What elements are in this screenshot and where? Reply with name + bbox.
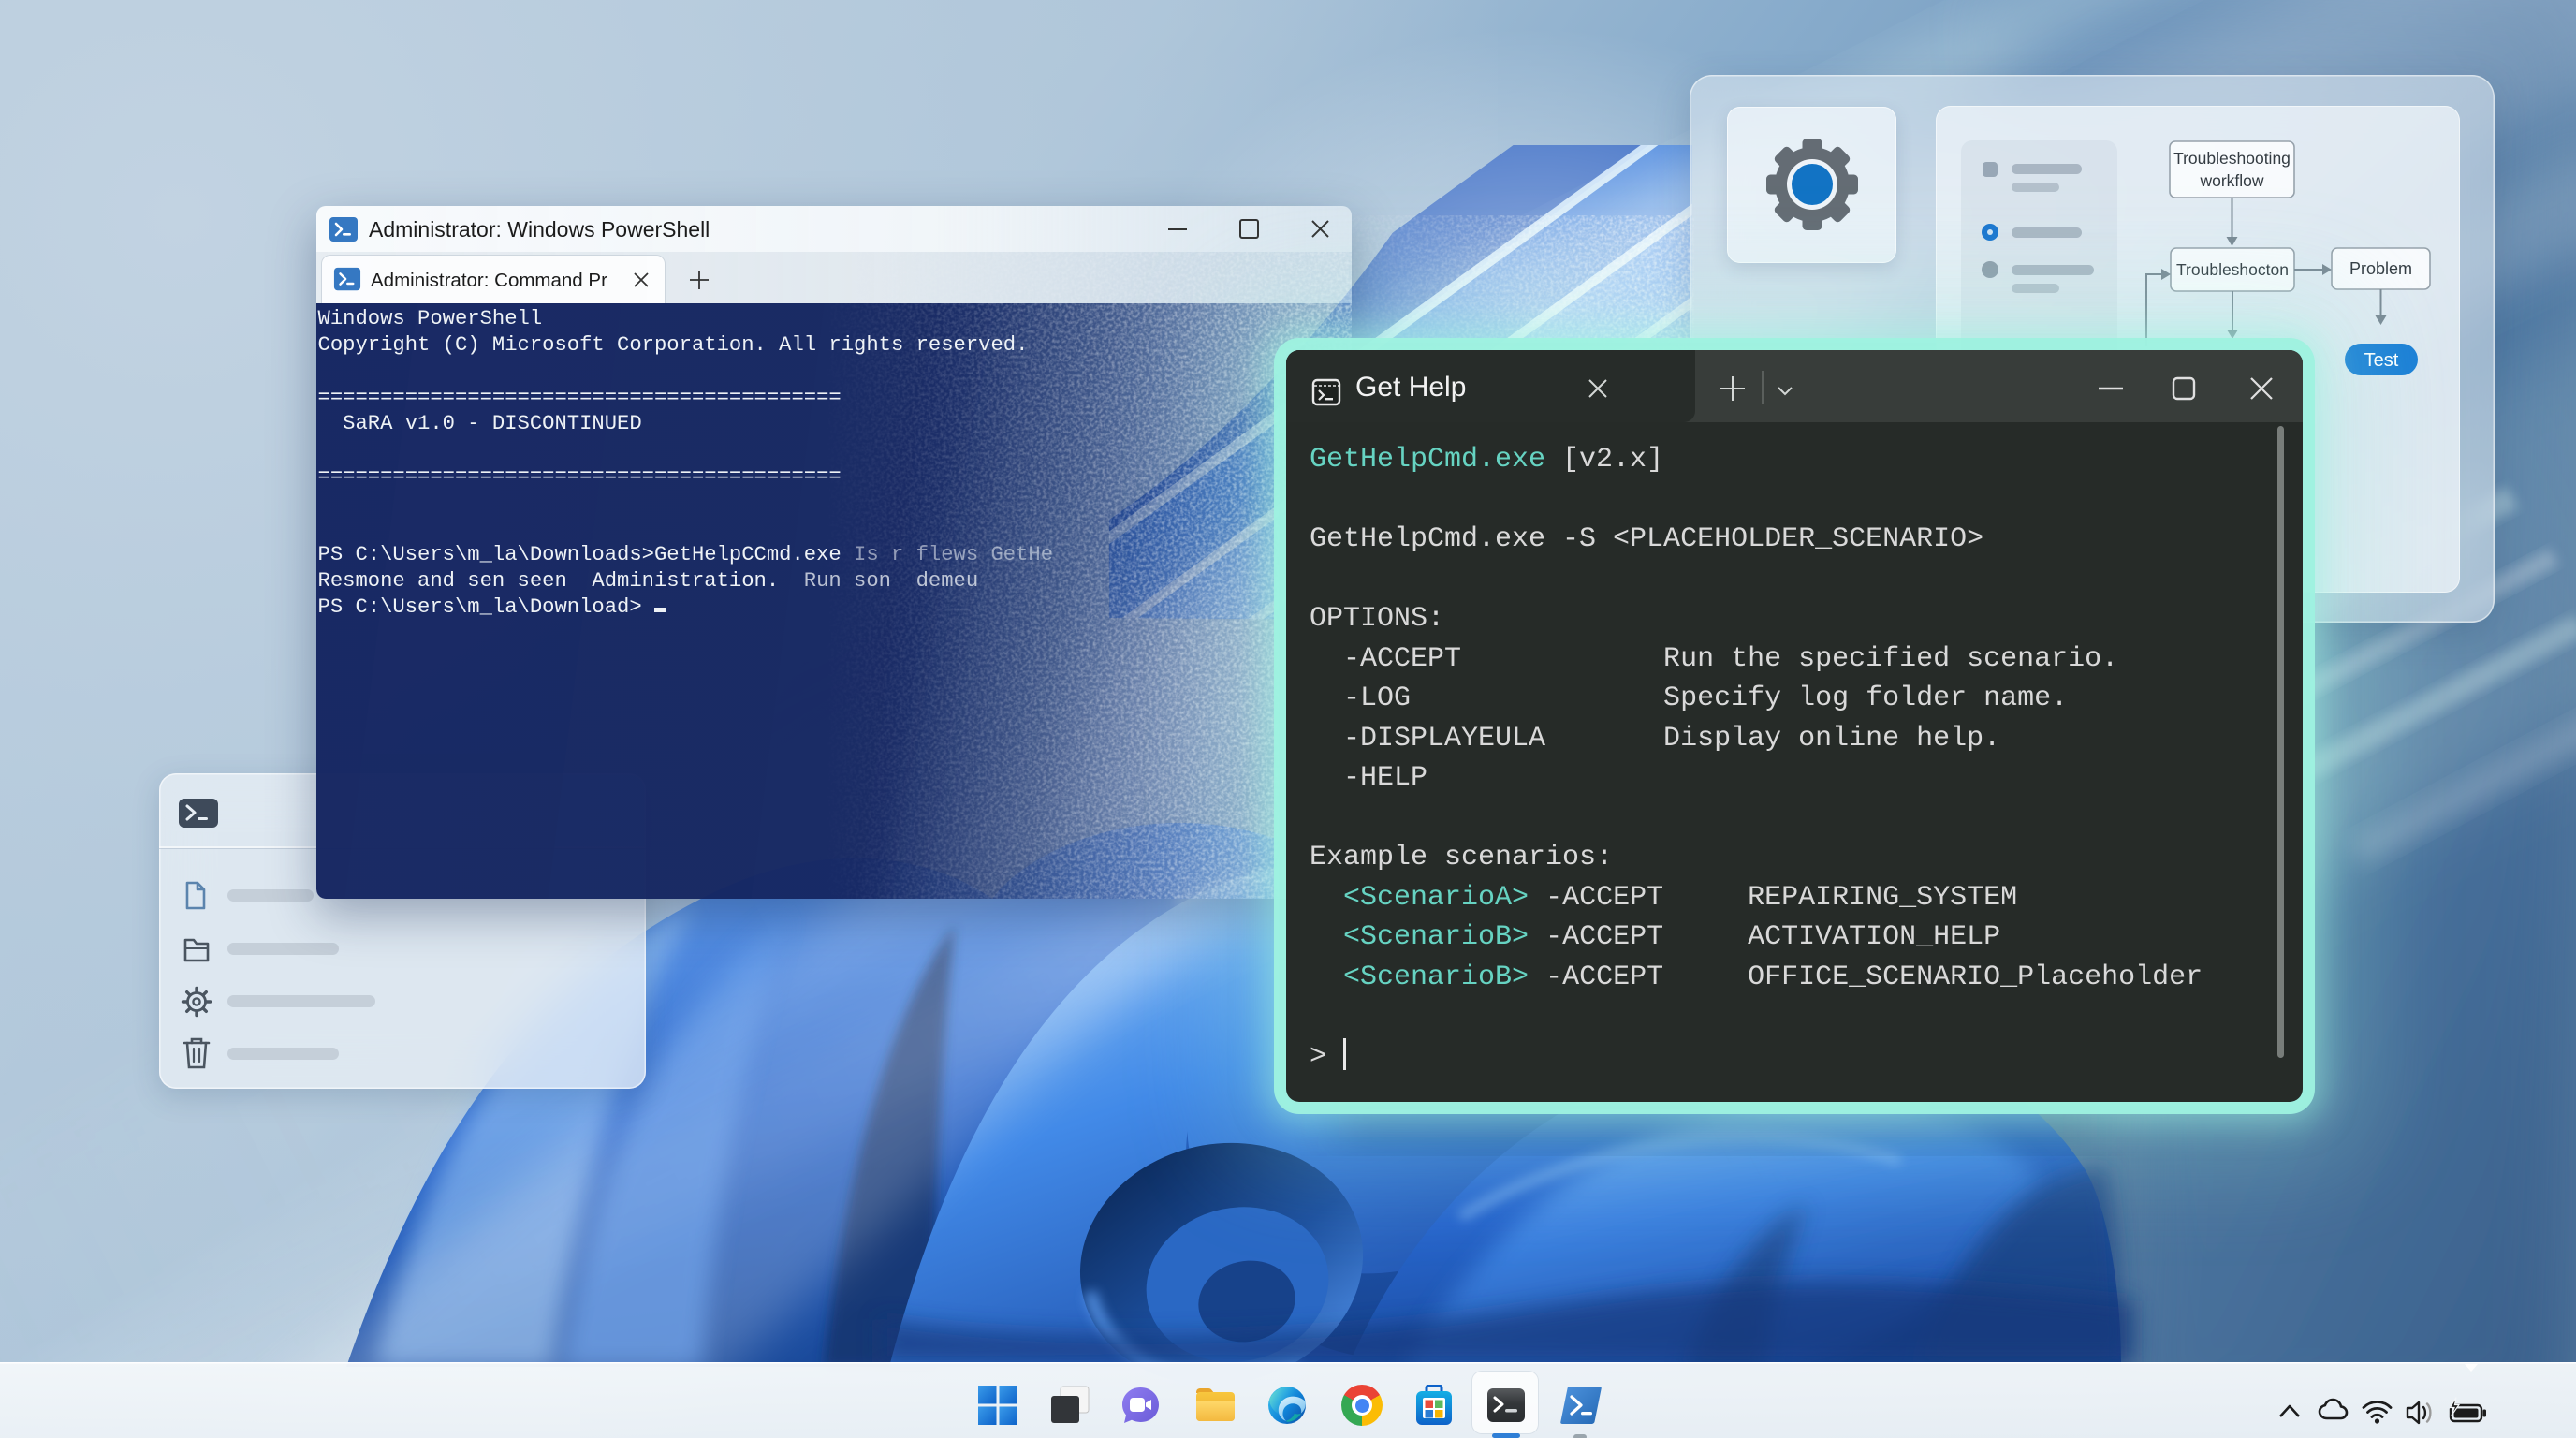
svg-text:workflow: workflow <box>2199 171 2263 190</box>
svg-text:Troubleshooting: Troubleshooting <box>2174 149 2291 168</box>
svg-text:Troubleshocton: Troubleshocton <box>2176 260 2289 279</box>
svg-text:Test: Test <box>2364 350 2399 371</box>
svg-text:Problem: Problem <box>2349 259 2412 278</box>
